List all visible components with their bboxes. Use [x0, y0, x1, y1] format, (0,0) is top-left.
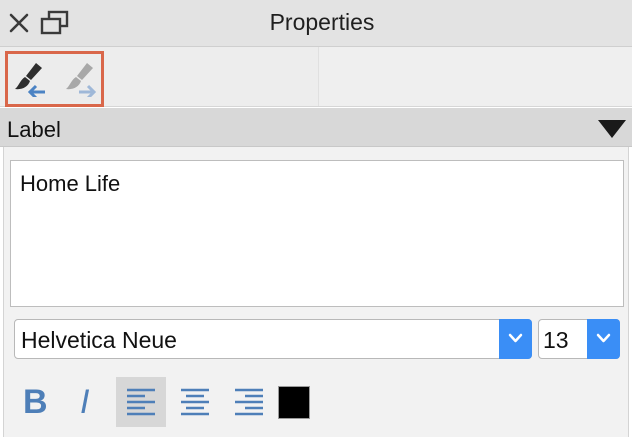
window-title: Properties [269, 9, 375, 35]
toolbar-blank-area [319, 47, 632, 106]
title-bar: Properties [0, 0, 632, 47]
paste-style-button[interactable] [63, 61, 97, 100]
label-section-header[interactable]: Label [0, 108, 632, 147]
paintbrush-copy-icon [15, 63, 45, 100]
align-center-button[interactable] [170, 377, 220, 427]
bold-button[interactable]: B [10, 377, 60, 427]
style-tools-group [5, 51, 104, 107]
font-size-value: 13 [543, 327, 569, 353]
section-title: Label [7, 117, 61, 142]
collapse-triangle-icon[interactable] [598, 120, 626, 138]
align-center-icon [181, 388, 209, 416]
italic-button[interactable]: I [62, 377, 112, 427]
font-size-select[interactable]: 13 [538, 319, 620, 359]
font-family-value: Helvetica Neue [21, 327, 177, 353]
align-right-button[interactable] [224, 377, 274, 427]
chevron-down-icon [508, 333, 523, 343]
font-family-dropdown-button[interactable] [499, 319, 532, 359]
style-toolbar [0, 47, 632, 107]
copy-style-button[interactable] [12, 61, 46, 100]
align-left-icon [127, 388, 155, 416]
align-right-icon [235, 388, 263, 416]
font-size-dropdown-button[interactable] [587, 319, 620, 359]
font-family-select[interactable]: Helvetica Neue [14, 319, 532, 359]
paintbrush-paste-icon [66, 63, 97, 100]
align-left-button[interactable] [116, 377, 166, 427]
bold-icon: B [23, 383, 48, 421]
chevron-down-icon [596, 333, 611, 343]
italic-icon: I [80, 383, 90, 421]
text-color-swatch[interactable] [278, 386, 310, 419]
label-text-area[interactable]: Home Life [10, 160, 624, 307]
